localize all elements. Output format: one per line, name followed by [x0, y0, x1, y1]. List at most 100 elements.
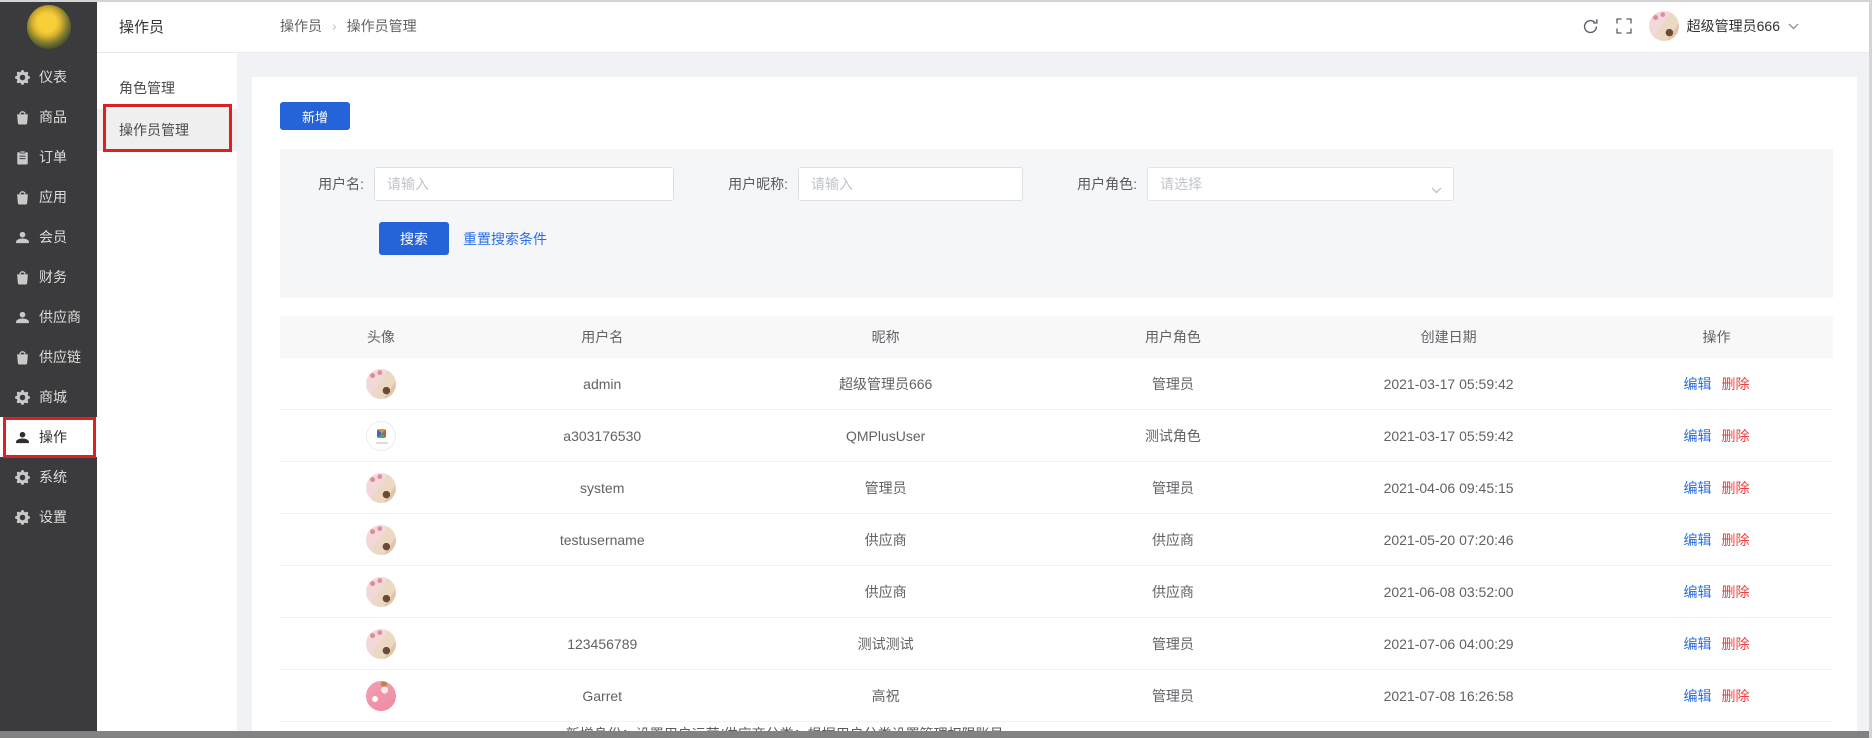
reset-search-link[interactable]: 重置搜索条件 — [463, 229, 547, 249]
secondary-sidebar: 操作员 角色管理操作员管理 — [97, 0, 237, 731]
table-row: 123456789测试测试管理员2021-07-06 04:00:29编辑删除 — [280, 618, 1833, 670]
cell-nickname: 高祝 — [723, 686, 1049, 706]
delete-link[interactable]: 删除 — [1721, 688, 1749, 704]
delete-link[interactable]: 删除 — [1721, 480, 1749, 496]
dashboard-icon — [15, 70, 30, 85]
edit-link[interactable]: 编辑 — [1683, 636, 1711, 652]
cell-username: Garret — [482, 688, 723, 704]
sidebar-item-label: 应用 — [39, 187, 67, 207]
submenu-title: 操作员 — [97, 0, 237, 53]
breadcrumb-item-operator-management[interactable]: 操作员管理 — [347, 16, 417, 36]
chevron-down-icon — [1431, 181, 1442, 199]
row-avatar — [366, 577, 396, 607]
horizontal-scrollbar[interactable] — [0, 731, 1872, 738]
sidebar-item-label: 会员 — [39, 227, 67, 247]
user-menu[interactable]: 超级管理员666 — [1649, 11, 1799, 41]
delete-link[interactable]: 删除 — [1721, 584, 1749, 600]
app-logo — [27, 5, 71, 49]
primary-nav: 仪表商品订单应用会员财务供应商供应链商城操作系统设置 — [0, 57, 97, 537]
sidebar-item-settings[interactable]: 设置 — [0, 497, 97, 537]
cell-role: 管理员 — [1049, 686, 1297, 706]
app-window: 仪表商品订单应用会员财务供应商供应链商城操作系统设置 操作员 角色管理操作员管理… — [0, 0, 1872, 738]
role-select[interactable]: 请选择 — [1147, 167, 1454, 201]
cell-created-date: 2021-05-20 07:20:46 — [1297, 532, 1600, 548]
cell-role: 管理员 — [1049, 478, 1297, 498]
apps-icon — [15, 190, 30, 205]
members-icon — [15, 230, 30, 245]
sidebar-item-members[interactable]: 会员 — [0, 217, 97, 257]
window-frame-top — [0, 0, 1872, 2]
submenu: 角色管理操作员管理 — [97, 67, 237, 151]
cell-username: system — [482, 480, 723, 496]
sidebar-item-label: 商品 — [39, 107, 67, 127]
delete-link[interactable]: 删除 — [1721, 636, 1749, 652]
cell-username: admin — [482, 376, 723, 392]
cell-nickname: 供应商 — [723, 582, 1049, 602]
user-name: 超级管理员666 — [1687, 16, 1780, 36]
finance-icon — [15, 270, 30, 285]
delete-link[interactable]: 删除 — [1721, 428, 1749, 444]
delete-link[interactable]: 删除 — [1721, 376, 1749, 392]
submenu-item-operator-management[interactable]: 操作员管理 — [97, 109, 237, 151]
sidebar-item-dashboard[interactable]: 仪表 — [0, 57, 97, 97]
sidebar-item-apps[interactable]: 应用 — [0, 177, 97, 217]
sidebar-item-label: 供应商 — [39, 307, 81, 327]
row-avatar — [366, 525, 396, 555]
system-icon — [15, 470, 30, 485]
cell-role: 管理员 — [1049, 374, 1297, 394]
sidebar-item-supply-chain[interactable]: 供应链 — [0, 337, 97, 377]
table-row: system管理员管理员2021-04-06 09:45:15编辑删除 — [280, 462, 1833, 514]
cell-created-date: 2021-03-17 05:59:42 — [1297, 376, 1600, 392]
sidebar-item-suppliers[interactable]: 供应商 — [0, 297, 97, 337]
row-avatar — [366, 369, 396, 399]
table-header: 头像用户名昵称用户角色创建日期操作 — [280, 316, 1833, 358]
sidebar-item-label: 财务 — [39, 267, 67, 287]
nickname-input[interactable] — [798, 167, 1023, 201]
search-field-username: 用户名: — [300, 167, 674, 201]
submenu-item-role-management[interactable]: 角色管理 — [97, 67, 237, 109]
sidebar-item-label: 商城 — [39, 387, 67, 407]
user-avatar — [1649, 11, 1679, 41]
sidebar-item-orders[interactable]: 订单 — [0, 137, 97, 177]
sidebar-item-operation[interactable]: 操作 — [0, 417, 97, 457]
field-label: 用户角色: — [1059, 174, 1137, 194]
search-button[interactable]: 搜索 — [379, 222, 449, 255]
edit-link[interactable]: 编辑 — [1683, 532, 1711, 548]
row-avatar — [366, 681, 396, 711]
mall-icon — [15, 390, 30, 405]
sidebar-item-label: 系统 — [39, 467, 67, 487]
sidebar-item-goods[interactable]: 商品 — [0, 97, 97, 137]
edit-link[interactable]: 编辑 — [1683, 376, 1711, 392]
settings-icon — [15, 510, 30, 525]
refresh-icon[interactable] — [1582, 18, 1599, 35]
edit-link[interactable]: 编辑 — [1683, 428, 1711, 444]
suppliers-icon — [15, 310, 30, 325]
cell-nickname: QMPlusUser — [723, 428, 1049, 444]
table-row: admin超级管理员666管理员2021-03-17 05:59:42编辑删除 — [280, 358, 1833, 410]
sidebar-item-mall[interactable]: 商城 — [0, 377, 97, 417]
edit-link[interactable]: 编辑 — [1683, 584, 1711, 600]
submenu-item-label: 角色管理 — [119, 78, 175, 98]
table-body: admin超级管理员666管理员2021-03-17 05:59:42编辑删除a… — [280, 358, 1833, 731]
add-button[interactable]: 新增 — [280, 102, 350, 130]
cell-created-date: 2021-04-06 09:45:15 — [1297, 480, 1600, 496]
sidebar-item-finance[interactable]: 财务 — [0, 257, 97, 297]
operators-table: 头像用户名昵称用户角色创建日期操作 admin超级管理员666管理员2021-0… — [280, 316, 1833, 731]
goods-icon — [15, 110, 30, 125]
search-panel: 用户名:用户昵称:用户角色:请选择 搜索 重置搜索条件 — [280, 149, 1833, 298]
column-header: 创建日期 — [1297, 327, 1600, 347]
cell-role: 管理员 — [1049, 634, 1297, 654]
cell-role: 测试角色 — [1049, 426, 1297, 446]
sidebar-item-system[interactable]: 系统 — [0, 457, 97, 497]
breadcrumb-item-operator[interactable]: 操作员 — [280, 16, 322, 36]
cell-created-date: 2021-07-08 16:26:58 — [1297, 688, 1600, 704]
cell-username: 123456789 — [482, 636, 723, 652]
fullscreen-icon[interactable] — [1616, 18, 1632, 34]
delete-link[interactable]: 删除 — [1721, 532, 1749, 548]
username-input[interactable] — [374, 167, 674, 201]
cell-nickname: 管理员 — [723, 478, 1049, 498]
edit-link[interactable]: 编辑 — [1683, 480, 1711, 496]
sidebar-item-label: 设置 — [39, 507, 67, 527]
edit-link[interactable]: 编辑 — [1683, 688, 1711, 704]
supply-chain-icon — [15, 350, 30, 365]
